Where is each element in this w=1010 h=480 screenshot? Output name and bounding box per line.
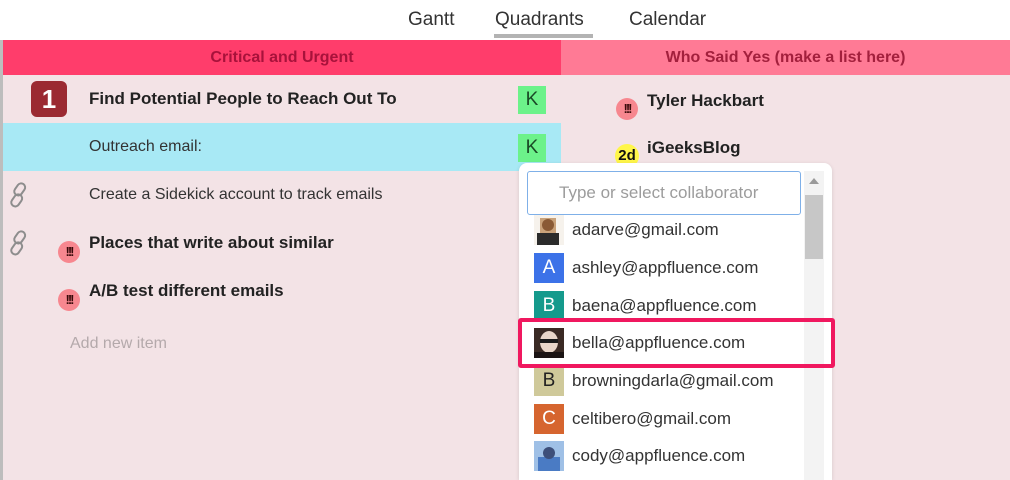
collaborator-email: browningdarla@gmail.com (572, 371, 774, 390)
task-row[interactable]: !!! Places that write about similar (3, 219, 561, 267)
selection-highlight (518, 318, 835, 368)
quadrant-header[interactable]: Who Said Yes (make a list here) (561, 40, 1010, 75)
quadrant-critical-urgent: Critical and Urgent 1 Find Potential Peo… (3, 40, 561, 480)
active-tab-indicator (494, 34, 593, 38)
avatar: B (534, 366, 564, 396)
avatar (534, 215, 564, 245)
collaborator-search-input[interactable] (527, 171, 801, 215)
collaborator-option[interactable]: A ashley@appfluence.com (519, 249, 801, 287)
collaborator-option[interactable]: cody@appfluence.com (519, 437, 801, 475)
subtask-title[interactable]: Create a Sidekick account to track email… (89, 186, 382, 204)
priority-number-badge: 1 (31, 81, 67, 117)
tab-calendar[interactable]: Calendar (629, 9, 706, 31)
scroll-up-arrow-icon[interactable] (809, 178, 819, 184)
add-new-item[interactable]: Add new item (70, 335, 167, 353)
link-icon[interactable] (7, 229, 31, 257)
avatar: B (534, 291, 564, 321)
collaborator-option[interactable]: C celtibero@gmail.com (519, 400, 801, 438)
assignee-badge[interactable]: K (518, 134, 546, 162)
link-icon[interactable] (7, 181, 31, 209)
quadrant-header[interactable]: Critical and Urgent (3, 40, 561, 75)
avatar: A (534, 253, 564, 283)
subtask-title[interactable]: Outreach email: (89, 138, 202, 156)
assignee-badge[interactable]: K (518, 86, 546, 114)
collaborator-email: baena@appfluence.com (572, 296, 757, 315)
tab-quadrants[interactable]: Quadrants (495, 9, 584, 31)
task-row[interactable]: 1 Find Potential People to Reach Out To … (3, 75, 561, 123)
collaborator-email: celtibero@gmail.com (572, 409, 731, 428)
task-title[interactable]: Find Potential People to Reach Out To (89, 89, 397, 109)
subtask-row-selected[interactable]: Outreach email: K (3, 123, 561, 171)
subtask-row[interactable]: Create a Sidekick account to track email… (3, 171, 561, 219)
task-title[interactable]: iGeeksBlog (647, 138, 741, 158)
view-tabs: Gantt Quadrants Calendar (0, 0, 1010, 40)
urgent-priority-icon: !!! (616, 98, 638, 120)
collaborator-email: cody@appfluence.com (572, 446, 746, 465)
scrollbar-thumb[interactable] (805, 195, 823, 259)
task-row[interactable]: !!! A/B test different emails (3, 267, 561, 315)
collaborator-email: ashley@appfluence.com (572, 258, 759, 277)
avatar (534, 441, 564, 471)
task-title[interactable]: Tyler Hackbart (647, 91, 764, 111)
task-title[interactable]: Places that write about similar (89, 233, 334, 253)
collaborator-option[interactable]: adarve@gmail.com (519, 211, 801, 249)
urgent-priority-icon: !!! (58, 241, 80, 263)
urgent-priority-icon: !!! (58, 289, 80, 311)
task-title[interactable]: A/B test different emails (89, 281, 284, 301)
tab-gantt[interactable]: Gantt (408, 9, 454, 31)
collaborator-email: adarve@gmail.com (572, 220, 719, 239)
avatar: C (534, 404, 564, 434)
